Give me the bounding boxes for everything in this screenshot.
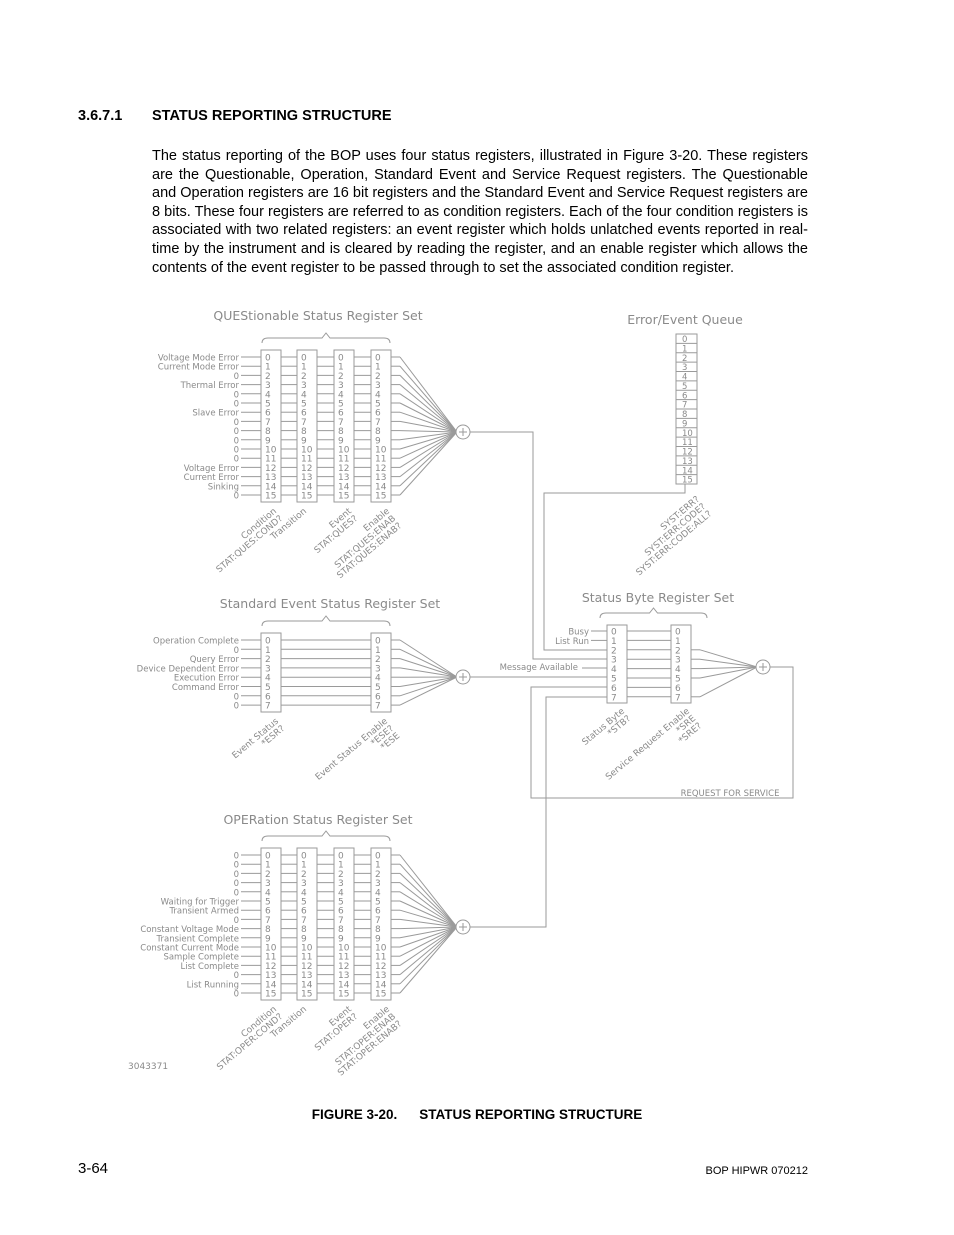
connector-line bbox=[399, 854, 458, 928]
connector-line bbox=[399, 926, 458, 975]
questionable-register-3: 0123456789101112131415 bbox=[370, 349, 392, 503]
connector-line bbox=[699, 649, 758, 668]
standard-event-bit-label: Command Error bbox=[172, 683, 240, 693]
questionable-title: QUEStionable Status Register Set bbox=[213, 308, 422, 323]
operation-bit-label: 0 bbox=[234, 990, 239, 1000]
standard-event-register-0: 01234567 bbox=[260, 632, 282, 713]
status-byte-bit-label: List Run bbox=[555, 637, 589, 647]
connector-line bbox=[399, 375, 458, 433]
connector-line bbox=[399, 658, 458, 678]
standard-event-brace bbox=[261, 615, 391, 627]
operation-title: OPERation Status Register Set bbox=[223, 812, 412, 827]
figure-label: FIGURE 3-20. bbox=[311, 1107, 398, 1122]
operation-or-gate-icon bbox=[455, 919, 471, 935]
operation-register-3: 0123456789101112131415 bbox=[370, 847, 392, 1001]
register-bit-number: 7 bbox=[375, 702, 381, 712]
status-byte-or-gate-icon bbox=[755, 659, 771, 675]
register-box bbox=[370, 632, 392, 713]
questionable-or-gate-icon bbox=[455, 424, 471, 440]
register-bit-number: 15 bbox=[301, 492, 312, 502]
drawing-id: 3043371 bbox=[128, 1062, 168, 1072]
page-number: 3-64 bbox=[78, 1160, 109, 1177]
register-column-label: STAT:QUES:COND? bbox=[215, 514, 286, 575]
status-byte-register-0: 01234567 bbox=[606, 624, 628, 704]
standard-event-bit-label: 0 bbox=[234, 702, 239, 712]
status-byte-column-label-0: Status Byte*STB? bbox=[581, 706, 634, 747]
standard-event-column-label-0: Event Status*ESR? bbox=[231, 716, 288, 761]
status-byte-title: Status Byte Register Set bbox=[582, 590, 734, 605]
questionable-register-1: 0123456789101112131415 bbox=[296, 349, 318, 503]
connector-line bbox=[399, 926, 458, 957]
figure-caption: FIGURE 3-20. STATUS REPORTING STRUCTURE bbox=[0, 1107, 954, 1122]
operation-register-2: 0123456789101112131415 bbox=[333, 847, 355, 1001]
standard-event-title: Standard Event Status Register Set bbox=[220, 596, 440, 611]
status-reporting-diagram: QUEStionable Status Register SetVoltage … bbox=[128, 308, 794, 1078]
connector-line bbox=[399, 891, 458, 928]
connector-line bbox=[399, 639, 458, 678]
operation-register-1: 0123456789101112131415 bbox=[296, 847, 318, 1001]
questionable-bit-label: 0 bbox=[234, 492, 239, 502]
questionable-bit-label: Thermal Error bbox=[180, 381, 240, 391]
operation-register-0: 0123456789101112131415 bbox=[260, 847, 282, 1001]
register-bit-number: 15 bbox=[338, 990, 349, 1000]
standard-event-bit-label: Operation Complete bbox=[153, 637, 239, 647]
register-bit-number: 15 bbox=[265, 990, 276, 1000]
connector-line bbox=[399, 676, 458, 697]
register-column-label: Event Status Enable bbox=[314, 716, 390, 782]
register-box bbox=[260, 632, 282, 713]
register-bit-number: 15 bbox=[375, 492, 386, 502]
connector-line bbox=[399, 384, 458, 433]
register-bit-number: 15 bbox=[301, 990, 312, 1000]
connector-line bbox=[399, 676, 458, 706]
connector-line bbox=[699, 658, 758, 668]
questionable-summary-line bbox=[470, 431, 607, 660]
questionable-brace bbox=[261, 332, 391, 344]
figure-title: STATUS REPORTING STRUCTURE bbox=[419, 1107, 643, 1122]
standard-event-column-label-1: Event Status Enable*ESE?*ESE bbox=[314, 716, 402, 782]
document-id: BOP HIPWR 070212 bbox=[705, 1165, 808, 1177]
questionable-bit-label: Current Mode Error bbox=[158, 363, 240, 373]
connector-line bbox=[699, 666, 758, 698]
operation-brace bbox=[261, 830, 391, 842]
register-bit-number: 15 bbox=[375, 990, 386, 1000]
register-bit-number: 7 bbox=[611, 693, 617, 703]
message-available-label: Message Available bbox=[500, 663, 578, 673]
connector-line bbox=[399, 863, 458, 928]
connector-line bbox=[399, 926, 458, 985]
operation-bit-label: List Complete bbox=[180, 962, 239, 972]
standard-event-register-1: 01234567 bbox=[370, 632, 392, 713]
questionable-bit-label: Slave Error bbox=[192, 409, 239, 419]
register-bit-number: 7 bbox=[675, 693, 681, 703]
operation-bit-label: List Running bbox=[187, 980, 239, 990]
questionable-register-0: 0123456789101112131415 bbox=[260, 349, 282, 503]
operation-summary-line bbox=[470, 696, 607, 928]
register-box bbox=[606, 624, 628, 704]
error-queue-title: Error/Event Queue bbox=[627, 312, 743, 327]
connector-line bbox=[399, 402, 458, 433]
error-queue-entry: 15 bbox=[682, 476, 693, 486]
connector-line bbox=[399, 356, 458, 433]
register-box bbox=[670, 624, 692, 704]
connector-line bbox=[399, 431, 458, 468]
standard-event-or-gate-icon bbox=[455, 669, 471, 685]
status-byte-brace bbox=[599, 607, 708, 619]
error-queue-commands: SYST:ERR?SYST:ERR:CODE?SYST:ERR:CODE:ALL… bbox=[635, 494, 715, 578]
register-bit-number: 15 bbox=[265, 492, 276, 502]
register-column-label: STAT:OPER:COND? bbox=[215, 1012, 285, 1073]
questionable-register-2: 0123456789101112131415 bbox=[333, 349, 355, 503]
register-bit-number: 15 bbox=[338, 492, 349, 502]
connector-line bbox=[399, 431, 458, 496]
operation-bit-label: Transient Armed bbox=[168, 907, 239, 917]
register-bit-number: 7 bbox=[265, 702, 271, 712]
status-byte-register-1: 01234567 bbox=[670, 624, 692, 704]
